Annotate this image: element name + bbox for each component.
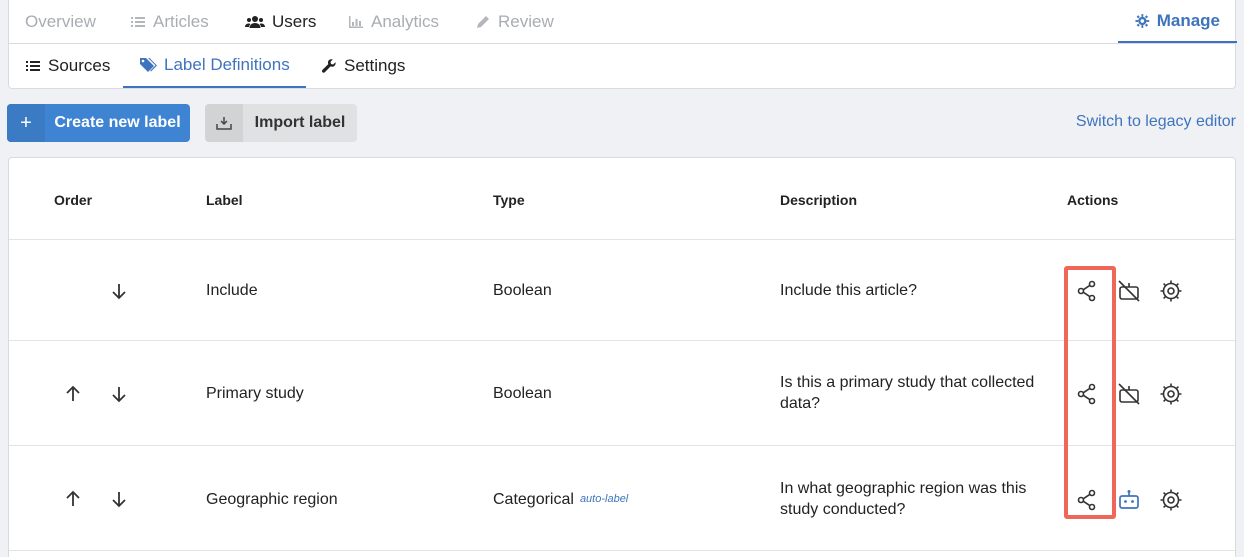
tab-articles-label: Articles <box>153 11 209 31</box>
move-down-icon[interactable] <box>109 281 129 301</box>
column-header-description: Description <box>780 192 858 208</box>
row-description-line: Is this a primary study that collected <box>780 374 1035 391</box>
wrench-icon <box>322 59 336 73</box>
table-row: Primary study Boolean Is this a primary … <box>9 340 1235 445</box>
column-header-order: Order <box>54 192 93 208</box>
gear-icon <box>1135 13 1150 28</box>
plus-icon: + <box>7 104 45 142</box>
move-down-icon[interactable] <box>109 384 129 404</box>
share-icon[interactable] <box>1075 279 1099 303</box>
import-label-text: Import label <box>254 114 346 131</box>
label-definitions-table: Order Label Type Description Actions Inc… <box>8 157 1236 557</box>
list-icon <box>131 16 145 27</box>
subtab-sources[interactable]: Sources <box>25 44 110 88</box>
sub-nav: Sources Label Definitions Settings <box>8 44 1236 89</box>
top-nav: Overview Articles Users Analytics Review… <box>8 0 1237 44</box>
row-description-line: study conducted? <box>780 501 906 518</box>
pencil-icon <box>477 15 489 28</box>
row-type: Categorical auto-label <box>493 489 628 510</box>
subtab-sources-label: Sources <box>48 56 111 75</box>
subtab-settings-label: Settings <box>344 56 406 75</box>
tab-articles[interactable]: Articles <box>130 0 209 43</box>
table-row: Include Boolean Include this article? <box>9 239 1235 340</box>
list-icon <box>26 61 40 71</box>
row-description: In what geographic region was this study… <box>780 478 1026 520</box>
subtab-settings[interactable]: Settings <box>321 44 405 88</box>
create-new-label-text: Create new label <box>54 114 181 131</box>
tab-overview-label: Overview <box>25 11 96 31</box>
subtab-label-definitions[interactable]: Label Definitions <box>123 44 306 88</box>
row-type: Boolean <box>493 282 552 299</box>
row-label: Include <box>206 282 258 299</box>
tab-review[interactable]: Review <box>475 0 554 43</box>
row-description: Include this article? <box>780 282 917 299</box>
share-icon[interactable] <box>1075 488 1099 512</box>
tab-users-label: Users <box>272 11 317 31</box>
robot-off-icon[interactable] <box>1117 279 1141 303</box>
move-up-icon[interactable] <box>63 384 83 404</box>
subtab-label-definitions-label: Label Definitions <box>164 55 290 74</box>
gear-icon[interactable] <box>1159 382 1183 406</box>
move-up-icon[interactable] <box>63 489 83 509</box>
robot-off-icon[interactable] <box>1117 382 1141 406</box>
import-label-button[interactable]: Import label <box>205 104 357 142</box>
row-type-text: Categorical <box>493 491 574 508</box>
row-label: Geographic region <box>206 491 338 508</box>
tab-users[interactable]: Users <box>245 0 316 43</box>
users-icon <box>245 15 265 28</box>
create-new-label-button[interactable]: + Create new label <box>7 104 190 142</box>
tab-analytics-label: Analytics <box>371 11 440 31</box>
row-label: Primary study <box>206 385 304 402</box>
gear-icon[interactable] <box>1159 279 1183 303</box>
tab-analytics[interactable]: Analytics <box>348 0 439 43</box>
table-row: Geographic region Categorical auto-label … <box>9 445 1235 551</box>
row-description-line: data? <box>780 395 821 412</box>
auto-label-badge: auto-label <box>579 493 629 505</box>
column-header-actions: Actions <box>1067 192 1119 208</box>
row-description-line: In what geographic region was this <box>780 480 1027 497</box>
tab-review-label: Review <box>498 11 554 31</box>
column-header-label: Label <box>206 192 243 208</box>
column-header-type: Type <box>493 192 525 208</box>
row-description: Is this a primary study that collected d… <box>780 372 1034 414</box>
switch-legacy-editor-link[interactable]: Switch to legacy editor <box>1076 113 1236 131</box>
tags-icon <box>140 58 157 72</box>
robot-icon[interactable] <box>1117 488 1141 512</box>
download-icon <box>205 104 243 142</box>
chart-icon <box>349 15 363 28</box>
tab-manage[interactable]: Manage <box>1118 0 1237 43</box>
share-icon[interactable] <box>1075 382 1099 406</box>
tab-overview[interactable]: Overview <box>25 0 96 43</box>
row-type: Boolean <box>493 385 552 402</box>
tab-manage-label: Manage <box>1156 10 1220 30</box>
move-down-icon[interactable] <box>109 489 129 509</box>
gear-icon[interactable] <box>1159 488 1183 512</box>
